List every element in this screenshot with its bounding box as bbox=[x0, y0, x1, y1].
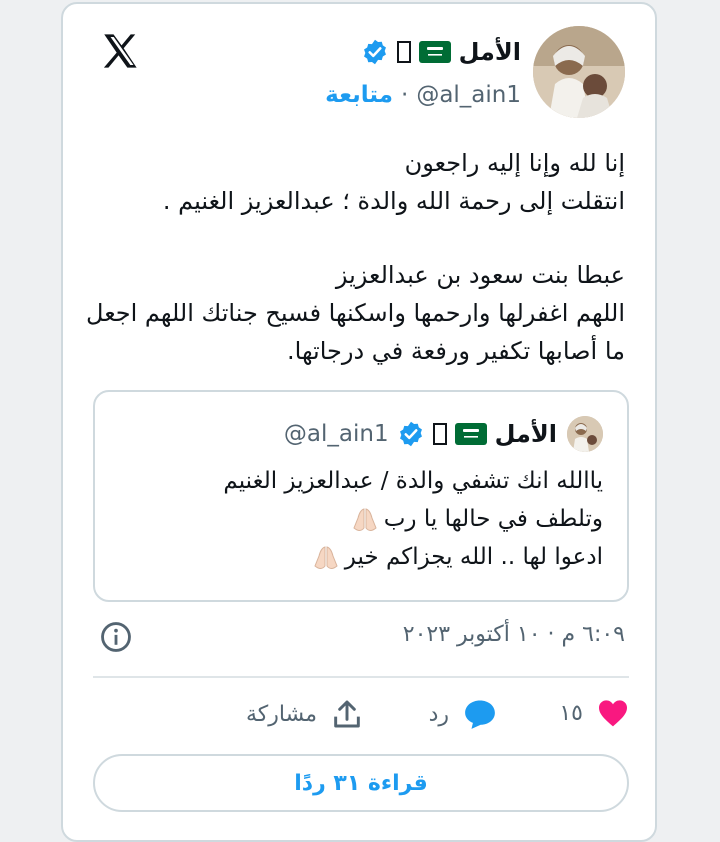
tweet-text-line: عبطا بنت سعود بن عبدالعزيز bbox=[335, 261, 625, 289]
quote-text-line-content: وتلطف في حالها يا رب bbox=[383, 506, 603, 532]
quote-avatar bbox=[567, 416, 603, 452]
verified-badge-icon bbox=[399, 421, 422, 447]
tweet-text-line: انتقلت إلى رحمة الله والدة ؛ عبدالعزيز ا… bbox=[162, 187, 625, 215]
avatar[interactable] bbox=[533, 26, 625, 118]
x-logo-icon[interactable] bbox=[99, 30, 141, 72]
saudi-flag-icon bbox=[454, 423, 487, 445]
saudi-flag-icon bbox=[418, 41, 451, 63]
reply-bubble-icon bbox=[465, 700, 495, 729]
quote-text: ياالله انك تشفي والدة / عبدالعزيز الغنيم… bbox=[123, 462, 603, 576]
like-count: ١٥ bbox=[559, 700, 583, 726]
divider bbox=[93, 676, 629, 678]
action-bar: ١٥ رد مشاركة bbox=[93, 694, 629, 740]
verified-badge-icon bbox=[363, 39, 386, 65]
missing-glyph-icon bbox=[432, 423, 447, 445]
tweet-text-blank-line bbox=[85, 220, 625, 256]
share-upload-icon bbox=[334, 700, 360, 728]
share-button[interactable]: مشاركة bbox=[246, 698, 363, 730]
quote-author-handle: @al_ain1 bbox=[283, 421, 389, 447]
quote-author-row: الأمل @al_ain1 bbox=[284, 414, 557, 454]
quote-text-line-content: ادعوا لها .. الله يجزاكم خير bbox=[344, 544, 603, 570]
author-name[interactable]: الأمل bbox=[459, 38, 521, 66]
praying-hands-icon bbox=[353, 507, 377, 531]
author-name-row: الأمل bbox=[361, 34, 521, 70]
separator-dot: · bbox=[401, 82, 409, 108]
quote-text-line: ياالله انك تشفي والدة / عبدالعزيز الغنيم bbox=[223, 468, 603, 494]
tweet-text-line: اللهم اغفرلها وارحمها واسكنها فسيح جناتك… bbox=[86, 299, 625, 327]
tweet-text-line: ما أصابها تكفير ورفعة في درجاتها. bbox=[287, 337, 625, 365]
missing-glyph-icon bbox=[396, 41, 411, 63]
quote-author-name: الأمل bbox=[494, 420, 557, 448]
reply-button[interactable]: رد bbox=[429, 698, 497, 730]
heart-icon bbox=[599, 700, 627, 727]
share-label: مشاركة bbox=[245, 701, 317, 727]
quoted-tweet[interactable]: الأمل @al_ain1 ياالله انك تشفي والدة / ع… bbox=[93, 390, 629, 602]
praying-hands-icon bbox=[314, 545, 338, 569]
info-icon[interactable] bbox=[99, 620, 133, 654]
quote-text-line: ادعوا لها .. الله يجزاكم خير bbox=[123, 538, 603, 576]
tweet-timestamp[interactable]: ٦:٠٩ م · ١٠ أكتوبر ٢٠٢٣ bbox=[403, 622, 625, 647]
author-handle[interactable]: @al_ain1 bbox=[416, 82, 521, 108]
quote-text-line: وتلطف في حالها يا رب bbox=[123, 500, 603, 538]
tweet-card: الأمل @al_ain1 · متابعة إنا لله وإنا إلي… bbox=[61, 2, 657, 842]
tweet-text-line: إنا لله وإنا إليه راجعون bbox=[404, 149, 625, 177]
follow-button[interactable]: متابعة bbox=[325, 82, 393, 108]
handle-row: @al_ain1 · متابعة bbox=[325, 78, 521, 112]
like-button[interactable]: ١٥ bbox=[559, 698, 629, 728]
read-replies-button[interactable]: قراءة ٣١ ردًا bbox=[93, 754, 629, 812]
tweet-text: إنا لله وإنا إليه راجعون انتقلت إلى رحمة… bbox=[85, 144, 625, 370]
reply-label: رد bbox=[428, 701, 449, 727]
